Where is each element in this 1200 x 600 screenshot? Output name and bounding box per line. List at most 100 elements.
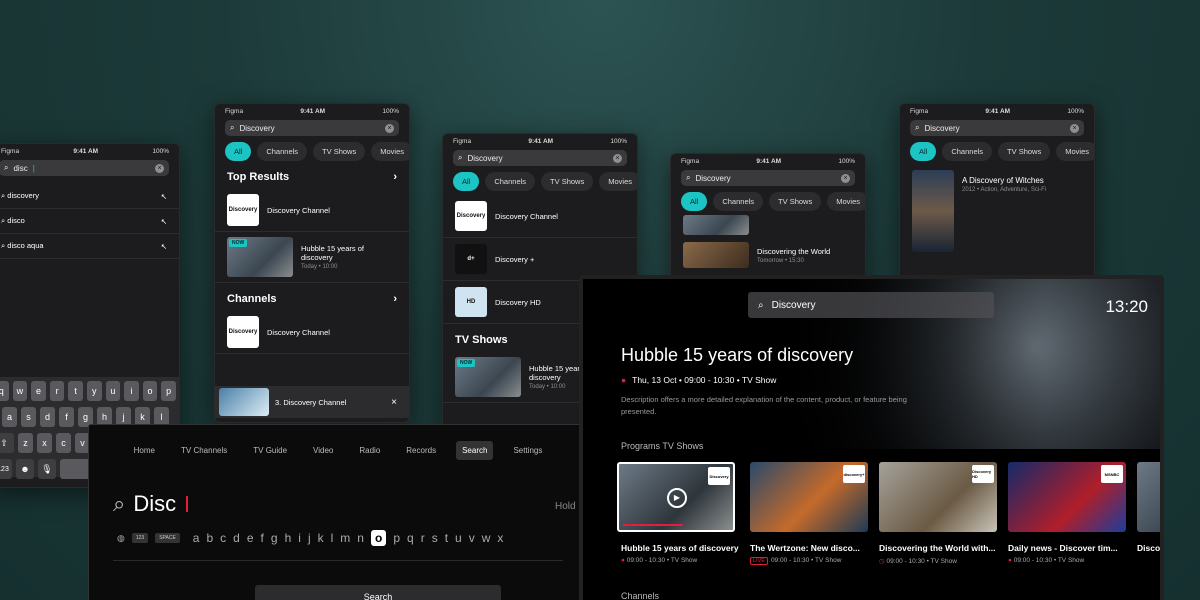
- suggestion-item[interactable]: ⌕ disco ↖: [0, 209, 179, 234]
- nav-tv-guide[interactable]: TV Guide: [247, 441, 293, 460]
- letter-n[interactable]: n: [357, 531, 364, 545]
- play-icon[interactable]: ▶: [667, 488, 687, 508]
- arrow-up-left-icon[interactable]: ↖: [161, 192, 167, 201]
- result-channel[interactable]: Discovery Discovery Channel: [443, 195, 637, 238]
- letter-f[interactable]: f: [261, 531, 264, 545]
- chip-tv-shows[interactable]: TV Shows: [998, 142, 1051, 161]
- clear-icon[interactable]: ×: [841, 173, 850, 183]
- letter-v[interactable]: v: [469, 531, 475, 545]
- search-input[interactable]: ⌕ Discovery ×: [225, 120, 399, 136]
- suggestion-item[interactable]: ⌕ disco aqua ↖: [0, 234, 179, 259]
- letter-s[interactable]: s: [432, 531, 438, 545]
- key-d[interactable]: d: [40, 407, 55, 427]
- program-card[interactable]: Discovery ▶: [617, 462, 735, 532]
- letter-c[interactable]: c: [220, 531, 226, 545]
- arrow-up-left-icon[interactable]: ↖: [161, 242, 167, 251]
- result-channel[interactable]: Discovery Discovery Channel: [215, 311, 409, 354]
- result-show[interactable]: Discovering the World Tomorrow • 15:30: [671, 237, 865, 273]
- nav-home[interactable]: Home: [128, 441, 161, 460]
- key-a[interactable]: a: [2, 407, 17, 427]
- chip-all[interactable]: All: [225, 142, 252, 161]
- program-card[interactable]: MSNBC: [1008, 462, 1126, 532]
- clear-icon[interactable]: ×: [155, 163, 164, 173]
- suggestion-item[interactable]: ⌕ discovery ↖: [0, 184, 179, 209]
- microphone-icon[interactable]: 🎙: [38, 459, 56, 479]
- nav-search[interactable]: Search: [456, 441, 494, 460]
- chip-channels[interactable]: Channels: [942, 142, 993, 161]
- tv-search-field[interactable]: ⌕ Disc: [113, 491, 189, 517]
- letter-i[interactable]: i: [298, 531, 301, 545]
- key-x[interactable]: x: [37, 433, 52, 453]
- space-key[interactable]: SPACE: [155, 533, 180, 543]
- program-card[interactable]: discovery+: [750, 462, 868, 532]
- letter-selected[interactable]: o: [370, 530, 387, 546]
- letter-q[interactable]: q: [407, 531, 414, 545]
- section-top-results[interactable]: Top Results ›: [227, 171, 397, 183]
- letter-u[interactable]: u: [455, 531, 462, 545]
- key-s[interactable]: s: [21, 407, 36, 427]
- chip-movies[interactable]: Movies: [1056, 142, 1094, 161]
- letter-k[interactable]: k: [318, 531, 324, 545]
- search-button[interactable]: Search: [255, 585, 501, 600]
- search-input[interactable]: ⌕ disc | ×: [0, 160, 169, 176]
- numbers-key[interactable]: 123: [131, 533, 149, 543]
- nav-records[interactable]: Records: [400, 441, 442, 460]
- nav-tv-channels[interactable]: TV Channels: [175, 441, 233, 460]
- result-show[interactable]: NOW Hubble 15 years of discovery Today • …: [215, 232, 409, 283]
- letter-m[interactable]: m: [340, 531, 350, 545]
- chip-movies[interactable]: Movies: [599, 172, 637, 191]
- search-input[interactable]: ⌕ Discovery ×: [910, 120, 1084, 136]
- chip-tv-shows[interactable]: TV Shows: [769, 192, 822, 211]
- letter-h[interactable]: h: [285, 531, 292, 545]
- letter-l[interactable]: l: [331, 531, 334, 545]
- key-p[interactable]: p: [161, 381, 176, 401]
- globe-icon[interactable]: ◍: [117, 533, 125, 544]
- search-input[interactable]: ⌕ Discovery ×: [681, 170, 855, 186]
- key-q[interactable]: q: [0, 381, 9, 401]
- key-z[interactable]: z: [18, 433, 33, 453]
- chip-all[interactable]: All: [453, 172, 480, 191]
- letter-w[interactable]: w: [482, 531, 491, 545]
- chip-tv-shows[interactable]: TV Shows: [313, 142, 366, 161]
- emoji-key[interactable]: ☻: [16, 459, 34, 479]
- key-u[interactable]: u: [105, 381, 121, 401]
- arrow-up-left-icon[interactable]: ↖: [161, 217, 167, 226]
- chip-channels[interactable]: Channels: [257, 142, 308, 161]
- program-card[interactable]: [1137, 462, 1160, 532]
- result-channel[interactable]: Discovery Discovery Channel: [215, 189, 409, 232]
- key-w[interactable]: w: [12, 381, 28, 401]
- chip-movies[interactable]: Movies: [371, 142, 409, 161]
- letter-e[interactable]: e: [247, 531, 254, 545]
- close-icon[interactable]: ×: [391, 397, 397, 408]
- letter-b[interactable]: b: [206, 531, 213, 545]
- letter-a[interactable]: a: [193, 531, 200, 545]
- letter-j[interactable]: j: [308, 531, 311, 545]
- key-y[interactable]: y: [86, 381, 102, 401]
- chip-all[interactable]: All: [681, 192, 708, 211]
- nav-settings[interactable]: Settings: [507, 441, 548, 460]
- key-e[interactable]: e: [31, 381, 46, 401]
- nav-radio[interactable]: Radio: [353, 441, 386, 460]
- key-o[interactable]: o: [142, 381, 158, 401]
- chip-channels[interactable]: Channels: [485, 172, 536, 191]
- section-channels[interactable]: Channels ›: [227, 293, 397, 305]
- key-c[interactable]: c: [56, 433, 71, 453]
- shift-key[interactable]: ⇧: [0, 433, 14, 453]
- nav-video[interactable]: Video: [307, 441, 339, 460]
- letter-t[interactable]: t: [445, 531, 448, 545]
- key-r[interactable]: r: [49, 381, 65, 401]
- chip-movies[interactable]: Movies: [827, 192, 865, 211]
- chip-all[interactable]: All: [910, 142, 937, 161]
- chip-tv-shows[interactable]: TV Shows: [541, 172, 594, 191]
- letter-r[interactable]: r: [421, 531, 425, 545]
- mini-player[interactable]: 3. Discovery Channel ×: [215, 386, 409, 418]
- search-input[interactable]: ⌕ Discovery ×: [453, 150, 627, 166]
- letter-g[interactable]: g: [271, 531, 278, 545]
- key-t[interactable]: t: [68, 381, 83, 401]
- key-i[interactable]: i: [124, 381, 139, 401]
- result-movie[interactable]: A Discovery of Witches 2012 • Action, Adv…: [900, 165, 1094, 257]
- letter-d[interactable]: d: [233, 531, 240, 545]
- clear-icon[interactable]: ×: [385, 123, 394, 133]
- program-card[interactable]: Discovery HD: [879, 462, 997, 532]
- numbers-key[interactable]: 123: [0, 459, 12, 479]
